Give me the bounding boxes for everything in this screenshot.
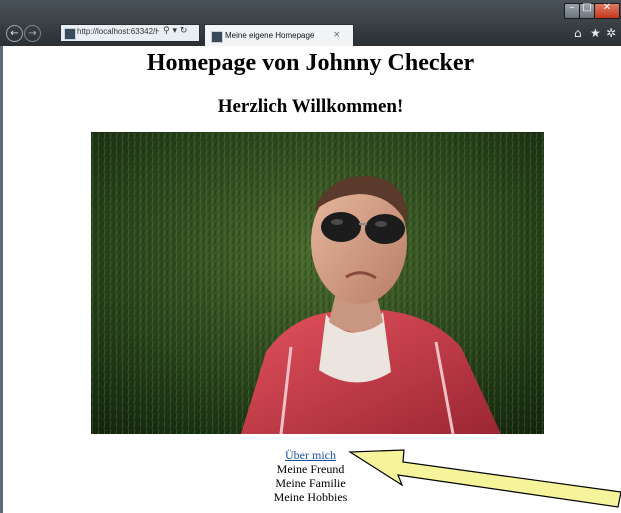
back-icon: ←: [10, 28, 19, 39]
back-button[interactable]: ←: [6, 25, 23, 42]
welcome-heading: Herzlich Willkommen!: [217, 96, 404, 117]
star-icon[interactable]: ★: [590, 26, 601, 40]
photo-illustration: [91, 132, 544, 434]
tab-title: Meine eigene Homepage: [225, 31, 315, 40]
tab-close-icon[interactable]: ×: [333, 30, 341, 40]
page-navigation: Über mich Meine Freund Meine Familie Mei…: [0, 448, 621, 504]
tab-favicon-icon: [211, 31, 223, 43]
page-favicon-icon: [64, 28, 76, 40]
minimize-icon: –: [569, 2, 575, 13]
tab-active[interactable]: Meine eigene Homepage ×: [204, 24, 354, 46]
nav-link-ueber-mich[interactable]: Über mich: [285, 448, 336, 462]
profile-photo: [91, 132, 544, 434]
page-title: Homepage von Johnny Checker: [146, 50, 475, 76]
nav-item-hobbies: Meine Hobbies: [273, 490, 348, 504]
browser-chrome: – □ ✕ ← → http://localhost:63342/HTML ⚲ …: [0, 0, 621, 46]
title-bar: – □ ✕: [0, 0, 621, 22]
forward-icon: →: [28, 28, 37, 39]
gear-icon[interactable]: ✲: [606, 26, 616, 40]
close-window-button[interactable]: ✕: [594, 2, 620, 19]
nav-item-familie: Meine Familie: [275, 476, 346, 490]
forward-button[interactable]: →: [24, 25, 41, 42]
maximize-icon: □: [582, 2, 592, 13]
nav-item-freund: Meine Freund: [276, 462, 345, 476]
maximize-button[interactable]: □: [579, 2, 595, 19]
address-bar[interactable]: http://localhost:63342/HTML ⚲ ▾ ↻: [60, 24, 200, 42]
address-url[interactable]: http://localhost:63342/HTML: [77, 27, 159, 36]
close-icon: ✕: [602, 2, 612, 13]
home-icon[interactable]: ⌂: [574, 26, 582, 40]
minimize-button[interactable]: –: [564, 2, 580, 19]
address-actions[interactable]: ⚲ ▾ ↻: [163, 26, 187, 36]
